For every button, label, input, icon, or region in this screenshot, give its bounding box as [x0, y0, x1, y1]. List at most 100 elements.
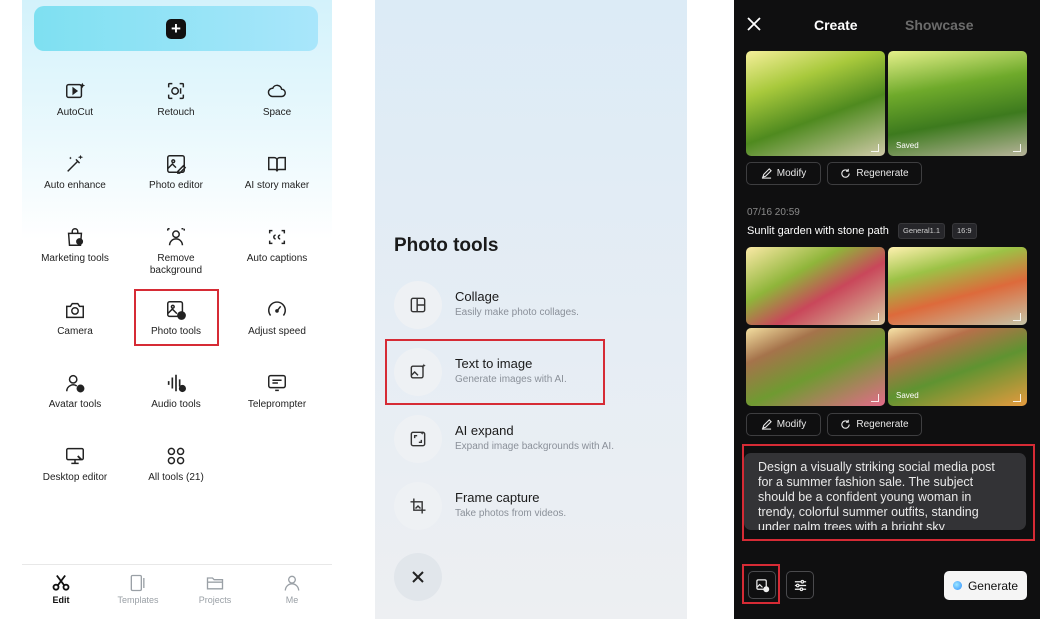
avatar-icon: [66, 374, 85, 393]
pencil-icon: [761, 419, 772, 430]
tool-retouch[interactable]: Retouch: [126, 80, 226, 119]
tool-adjust-speed[interactable]: Adjust speed: [227, 299, 327, 338]
tool-autocut[interactable]: AutoCut: [25, 80, 125, 119]
close-sheet-button[interactable]: [394, 553, 442, 601]
folder-icon: [206, 577, 224, 590]
settings-button[interactable]: [786, 571, 814, 599]
photo-tool-subtitle: Easily make photo collages.: [455, 307, 579, 318]
create-project-button[interactable]: +: [34, 6, 318, 51]
expand-icon: [1013, 313, 1021, 321]
photo-tools-sheet: Photo tools Collage Easily make photo co…: [375, 0, 687, 619]
regenerate-button[interactable]: Regenerate: [827, 162, 922, 185]
camera-icon: [66, 302, 84, 319]
tool-label: Retouch: [157, 107, 195, 118]
tool-label: Teleprompter: [247, 399, 307, 410]
tool-remove-background[interactable]: Remove background: [126, 226, 226, 277]
nav-templates[interactable]: Templates: [99, 573, 177, 605]
autocut-icon: [66, 82, 86, 99]
tool-marketing-tools[interactable]: Marketing tools: [25, 226, 125, 265]
expand-icon: [1013, 394, 1021, 402]
tool-label: AI story maker: [244, 180, 310, 191]
speedometer-icon: [268, 301, 286, 316]
bottom-navigation: Edit Templates Projects Me: [22, 564, 332, 619]
generated-image[interactable]: [746, 51, 885, 156]
saved-label: Saved: [896, 141, 919, 150]
generate-button[interactable]: Generate: [944, 571, 1027, 600]
tool-teleprompter[interactable]: Teleprompter: [227, 372, 327, 411]
magic-wand-icon: [67, 154, 84, 172]
photo-tool-title: Collage: [455, 289, 500, 304]
expand-icon: [871, 394, 879, 402]
nav-label: Edit: [52, 595, 70, 605]
sheet-title: Photo tools: [394, 235, 499, 256]
tool-label: Photo editor: [149, 180, 203, 191]
expand-icon: [871, 313, 879, 321]
user-icon: [284, 575, 300, 591]
tool-desktop-editor[interactable]: Desktop editor: [25, 445, 125, 484]
tool-label: Desktop editor: [42, 472, 108, 483]
model-tag: General1.1: [898, 223, 946, 239]
tool-camera[interactable]: Camera: [25, 299, 125, 338]
nav-me[interactable]: Me: [253, 573, 331, 605]
nav-label: Projects: [198, 595, 232, 605]
tool-audio-tools[interactable]: Audio tools: [126, 372, 226, 411]
nav-projects[interactable]: Projects: [176, 573, 254, 605]
photo-tool-ai-expand[interactable]: AI expand Expand image backgrounds with …: [394, 415, 674, 465]
highlight-reference-image-button: [742, 564, 780, 604]
regenerate-button[interactable]: Regenerate: [827, 413, 922, 436]
generated-image[interactable]: Saved: [888, 51, 1027, 156]
frame-capture-icon: [410, 498, 426, 514]
nav-label: Templates: [117, 595, 159, 605]
captions-icon: [268, 229, 286, 245]
grid-icon: [167, 447, 185, 465]
sliders-icon: [794, 579, 806, 591]
modify-button[interactable]: Modify: [746, 413, 821, 436]
highlight-photo-tools: [134, 289, 219, 346]
desktop-icon: [66, 447, 84, 465]
image-edit-icon: [167, 155, 187, 174]
tab-create[interactable]: Create: [814, 17, 858, 33]
saved-label: Saved: [896, 391, 919, 400]
tool-photo-editor[interactable]: Photo editor: [126, 153, 226, 192]
expand-icon: [1013, 144, 1021, 152]
timestamp: 07/16 20:59: [747, 207, 800, 218]
photo-tool-collage[interactable]: Collage Easily make photo collages.: [394, 281, 674, 331]
tool-label: All tools (21): [148, 472, 204, 483]
tool-ai-story-maker[interactable]: AI story maker: [227, 153, 327, 192]
generated-image[interactable]: Saved: [888, 328, 1027, 406]
tool-label: Marketing tools: [41, 253, 109, 264]
book-icon: [268, 156, 286, 172]
photo-tool-frame-capture[interactable]: Frame capture Take photos from videos.: [394, 482, 674, 532]
remove-background-icon: [167, 228, 185, 246]
expand-icon: [871, 144, 879, 152]
tool-label: Avatar tools: [48, 399, 102, 410]
highlight-text-to-image: [385, 339, 605, 405]
tab-showcase[interactable]: Showcase: [905, 17, 973, 33]
scissors-icon: [52, 574, 70, 591]
generated-image[interactable]: [746, 328, 885, 406]
tool-space[interactable]: Space: [227, 80, 327, 119]
photo-tool-subtitle: Expand image backgrounds with AI.: [455, 441, 614, 452]
tool-label: Auto captions: [246, 253, 308, 264]
generated-image[interactable]: [888, 247, 1027, 325]
generated-image[interactable]: [746, 247, 885, 325]
nav-edit[interactable]: Edit: [22, 573, 100, 605]
tool-auto-enhance[interactable]: Auto enhance: [25, 153, 125, 192]
nav-label: Me: [285, 595, 299, 605]
templates-icon: [130, 574, 145, 592]
tool-all-tools[interactable]: All tools (21): [126, 445, 226, 484]
photo-tool-title: Frame capture: [455, 490, 540, 505]
tool-avatar-tools[interactable]: Avatar tools: [25, 372, 125, 411]
expand-icon: [410, 431, 426, 447]
tool-auto-captions[interactable]: Auto captions: [227, 226, 327, 265]
close-icon[interactable]: [747, 17, 761, 31]
ratio-tag: 16:9: [952, 223, 977, 239]
tool-label: Camera: [57, 326, 93, 337]
text-to-image-screen: Create Showcase Saved Modify Regenerate …: [734, 0, 1040, 619]
tool-label: Adjust speed: [248, 326, 306, 337]
photo-tool-subtitle: Take photos from videos.: [455, 508, 567, 519]
prompt-title: Sunlit garden with stone path: [747, 225, 889, 237]
tool-label: Auto enhance: [44, 180, 106, 191]
pencil-icon: [761, 168, 772, 179]
modify-button[interactable]: Modify: [746, 162, 821, 185]
